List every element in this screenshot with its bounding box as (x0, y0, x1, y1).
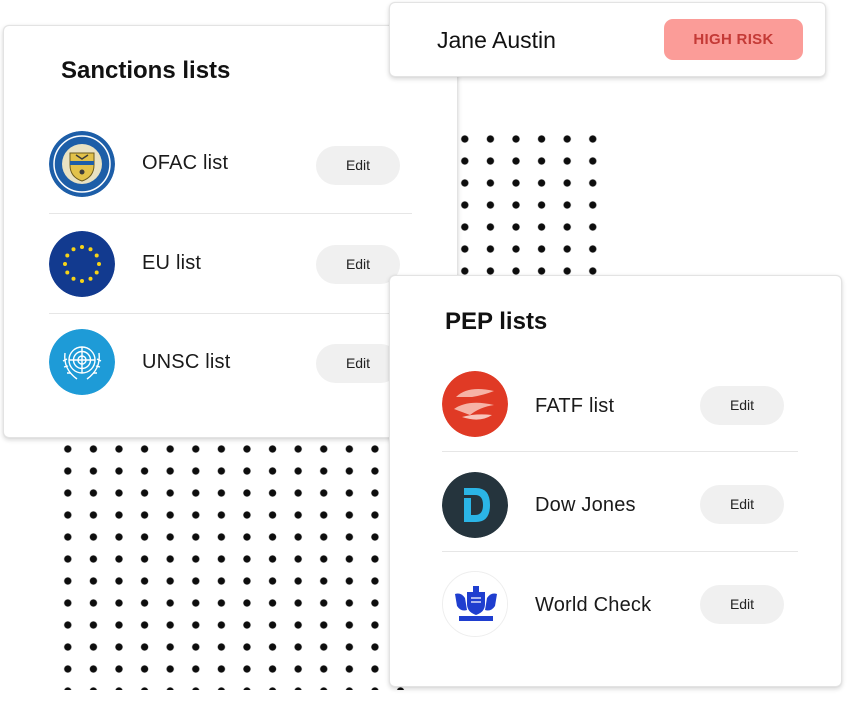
un-emblem-icon (49, 329, 115, 395)
ofac-list-label: OFAC list (142, 152, 229, 174)
list-item-unsc: UNSC list Edit (49, 314, 412, 414)
fatf-logo-icon (442, 371, 508, 437)
eu-flag-icon (49, 231, 115, 297)
pep-lists-title: PEP lists (445, 308, 548, 335)
list-item-dow-jones: Dow Jones Edit (442, 452, 798, 552)
edit-world-check-button[interactable]: Edit (700, 585, 784, 624)
dow-jones-label: Dow Jones (535, 494, 636, 516)
sanctions-lists-title: Sanctions lists (61, 57, 231, 84)
halftone-dots-bottom (55, 438, 405, 690)
list-item-fatf: FATF list Edit (442, 352, 798, 452)
fatf-list-label: FATF list (535, 395, 615, 417)
edit-fatf-list-button[interactable]: Edit (700, 386, 784, 425)
person-header-card: Jane Austin HIGH RISK (389, 2, 826, 77)
edit-unsc-list-button[interactable]: Edit (316, 344, 400, 383)
treasury-seal-icon (49, 131, 115, 197)
world-check-label: World Check (535, 594, 652, 616)
risk-status-badge: HIGH RISK (664, 19, 803, 60)
list-item-ofac: OFAC list Edit (49, 114, 412, 214)
edit-eu-list-button[interactable]: Edit (316, 245, 400, 284)
dow-jones-logo-icon (442, 472, 508, 538)
edit-dow-jones-button[interactable]: Edit (700, 485, 784, 524)
eu-list-label: EU list (142, 252, 202, 274)
halftone-dots-top (452, 128, 612, 288)
list-item-world-check: World Check Edit (442, 552, 798, 652)
world-check-crest-icon (442, 571, 508, 637)
list-item-eu: EU list Edit (49, 214, 412, 314)
person-name: Jane Austin (437, 27, 556, 53)
edit-ofac-list-button[interactable]: Edit (316, 146, 400, 185)
unsc-list-label: UNSC list (142, 351, 231, 373)
pep-lists-card: PEP lists FATF list Edit Dow Jones Edit (389, 275, 842, 687)
